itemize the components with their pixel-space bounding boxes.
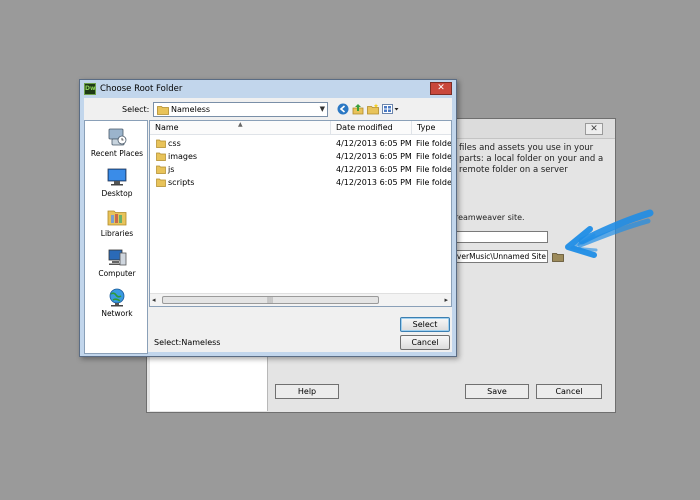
local-site-folder-field[interactable]: DreamWeaverMusic\Unnamed Site [452,250,548,263]
dreamweaver-logo-icon: Dw [84,83,96,95]
place-label: Desktop [101,189,133,198]
column-date-modified[interactable]: Date modified [331,121,412,135]
up-folder-icon[interactable] [352,103,364,115]
dialog-body: Select: Nameless ▼ Recent Places Desktop… [84,98,452,354]
file-row[interactable]: css 4/12/2013 6:05 PM File folder [150,137,451,150]
dialog-close-button[interactable]: ✕ [430,82,452,95]
file-row[interactable]: images 4/12/2013 6:05 PM File folder [150,150,451,163]
folder-toolbar [337,102,400,116]
column-type[interactable]: Type [412,121,451,135]
place-desktop[interactable]: Desktop [85,167,149,198]
site-setup-description: files and assets you use in your parts: … [459,143,604,175]
folder-icon [157,106,169,115]
places-bar: Recent Places Desktop Libraries Computer… [84,120,148,354]
file-date: 4/12/2013 6:05 PM [336,152,412,161]
back-icon[interactable] [337,103,349,115]
file-name: images [168,152,198,161]
scroll-left-icon[interactable]: ◂ [152,296,156,304]
select-label: Select: [122,105,150,114]
file-date: 4/12/2013 6:05 PM [336,165,412,174]
help-button[interactable]: Help [275,384,339,399]
file-row[interactable]: scripts 4/12/2013 6:05 PM File folder [150,176,451,189]
file-type: File folder [416,152,452,161]
sort-ascending-icon: ▲ [238,121,243,128]
location-value: Nameless [171,105,211,114]
desktop-icon [107,168,127,186]
scrollbar-thumb[interactable]: ||| [162,296,379,304]
file-list[interactable]: Name ▲ Date modified Type css 4/12/2013 … [149,120,452,307]
file-name: js [168,165,175,174]
file-name: css [168,139,181,148]
place-recent-places[interactable]: Recent Places [85,127,149,158]
place-network[interactable]: Network [85,287,149,318]
horizontal-scrollbar[interactable]: ◂ ||| ▸ [150,293,451,306]
chevron-down-icon[interactable]: ▼ [320,105,325,113]
place-label: Recent Places [90,149,144,158]
site-setup-close-button[interactable]: ✕ [585,123,603,135]
place-label: Libraries [100,229,134,238]
scroll-right-icon[interactable]: ▸ [444,296,448,304]
place-label: Computer [98,269,136,278]
libraries-icon [107,210,127,226]
folder-icon [156,178,166,187]
file-type: File folder [416,139,452,148]
column-name[interactable]: Name ▲ [150,121,331,135]
file-type: File folder [416,165,452,174]
annotation-arrow-icon [565,209,654,258]
column-header-row: Name ▲ Date modified Type [150,121,451,135]
save-button[interactable]: Save [465,384,529,399]
selection-status: Select:Nameless [154,338,221,347]
column-type-label: Type [417,123,436,132]
site-name-field[interactable] [452,231,548,243]
grip-icon: ||| [267,297,274,304]
choose-root-folder-dialog: Dw Choose Root Folder ✕ Select: Nameless… [79,79,457,357]
network-icon [109,288,125,307]
cancel-button[interactable]: Cancel [400,335,450,350]
folder-icon [156,139,166,148]
dialog-title: Choose Root Folder [100,84,183,94]
file-type: File folder [416,178,452,187]
place-label: Network [101,309,133,318]
location-dropdown[interactable]: Nameless ▼ [153,102,328,117]
file-name: scripts [168,178,195,187]
select-button[interactable]: Select [400,317,450,332]
folder-icon [156,165,166,174]
column-date-label: Date modified [336,123,393,132]
folder-icon [156,152,166,161]
file-date: 4/12/2013 6:05 PM [336,178,412,187]
new-folder-icon[interactable] [367,103,379,115]
dialog-titlebar[interactable]: Dw Choose Root Folder ✕ [80,80,456,98]
cancel-site-button[interactable]: Cancel [536,384,602,399]
file-row[interactable]: js 4/12/2013 6:05 PM File folder [150,163,451,176]
place-computer[interactable]: Computer [85,247,149,278]
file-date: 4/12/2013 6:05 PM [336,139,412,148]
place-libraries[interactable]: Libraries [85,207,149,238]
computer-icon [108,249,127,266]
recent-places-icon [108,128,127,146]
view-menu-icon[interactable] [382,103,400,115]
column-name-label: Name [155,123,179,132]
